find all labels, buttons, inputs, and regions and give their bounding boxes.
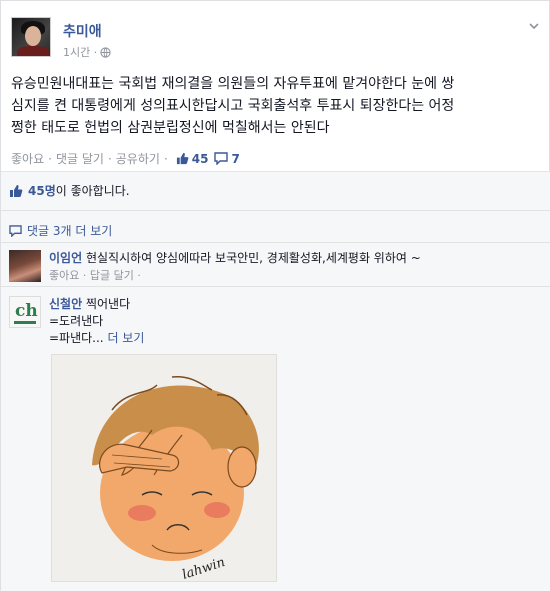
post-text-line: 쩡한 태도로 헌법의 삼권분립정신에 먹칠해서는 안된다 <box>11 120 330 136</box>
comment-reply-link[interactable]: 답글 달기 <box>90 269 134 282</box>
likes-count[interactable]: 45명 <box>28 182 56 199</box>
comment-image-drawing[interactable]: lahwin <box>51 354 277 583</box>
see-more-link[interactable]: 더 보기 <box>107 331 144 345</box>
author-name[interactable]: 추미애 <box>63 21 102 41</box>
divider <box>1 242 550 243</box>
comment-text-line: =도려낸다 <box>49 314 104 328</box>
comment-bubble-icon <box>9 224 22 237</box>
author-avatar[interactable] <box>11 17 51 57</box>
facebook-post: 추미애 1시간 · 유승민원내대표는 국회법 재의결을 의원들의 자유투표에 맡… <box>0 0 550 591</box>
commenter-name[interactable]: 이임언 <box>49 251 82 265</box>
commenter-avatar[interactable]: ch <box>9 296 41 328</box>
post-header: 추미애 1시간 · <box>11 11 541 60</box>
post-text: 유승민원내대표는 국회법 재의결을 의원들의 자유투표에 맡겨야한다 눈에 쌍 … <box>11 73 541 139</box>
like-link[interactable]: 좋아요 <box>11 150 44 167</box>
post-text-line: 유승민원내대표는 국회법 재의결을 의원들의 자유투표에 맡겨야한다 눈에 쌍 <box>11 76 455 92</box>
likes-suffix: 이 좋아합니다. <box>55 184 130 198</box>
comment-actions: 좋아요 · 답글 달기 · <box>49 269 141 282</box>
comment-text: 현실직시하여 양심에따라 보국안민, 경제활성화,세계평화 위하여 ~ <box>85 251 421 265</box>
comments-section: 45명 이 좋아합니다. 댓글 3개 더 보기 이임언 현실직시하여 양심에따라… <box>1 171 550 591</box>
divider <box>1 286 550 287</box>
divider <box>1 210 550 211</box>
comment-text-line: =파낸다... <box>49 331 104 345</box>
share-link[interactable]: 공유하기 <box>116 150 160 167</box>
globe-icon <box>100 46 111 58</box>
post-actions: 좋아요 · 댓글 달기 · 공유하기 · 45 7 <box>11 150 240 167</box>
crying-face-illustration: lahwin <box>92 376 259 583</box>
comment-text-line: 찍어낸다 <box>85 297 131 311</box>
post-time[interactable]: 1시간 · <box>63 44 97 60</box>
commenter-name[interactable]: 신철안 <box>49 297 82 311</box>
comment-bubble-icon <box>214 152 229 165</box>
like-count[interactable]: 45 <box>176 152 208 166</box>
thumbs-up-icon <box>10 184 23 197</box>
comment-count[interactable]: 7 <box>214 152 240 166</box>
view-more-comments[interactable]: 댓글 3개 더 보기 <box>9 222 112 239</box>
post-text-line: 심지를 켠 대통령에게 성의표시한답시고 국회출석후 투표시 퇴장한다는 어정 <box>11 98 455 114</box>
comment-link[interactable]: 댓글 달기 <box>56 150 104 167</box>
chevron-down-icon[interactable] <box>527 19 541 33</box>
thumbs-up-icon <box>176 152 189 165</box>
commenter-avatar[interactable] <box>9 250 41 282</box>
post-meta: 1시간 · <box>63 44 111 60</box>
comment-like-link[interactable]: 좋아요 <box>49 269 79 282</box>
likes-summary: 45명 이 좋아합니다. <box>9 182 130 199</box>
